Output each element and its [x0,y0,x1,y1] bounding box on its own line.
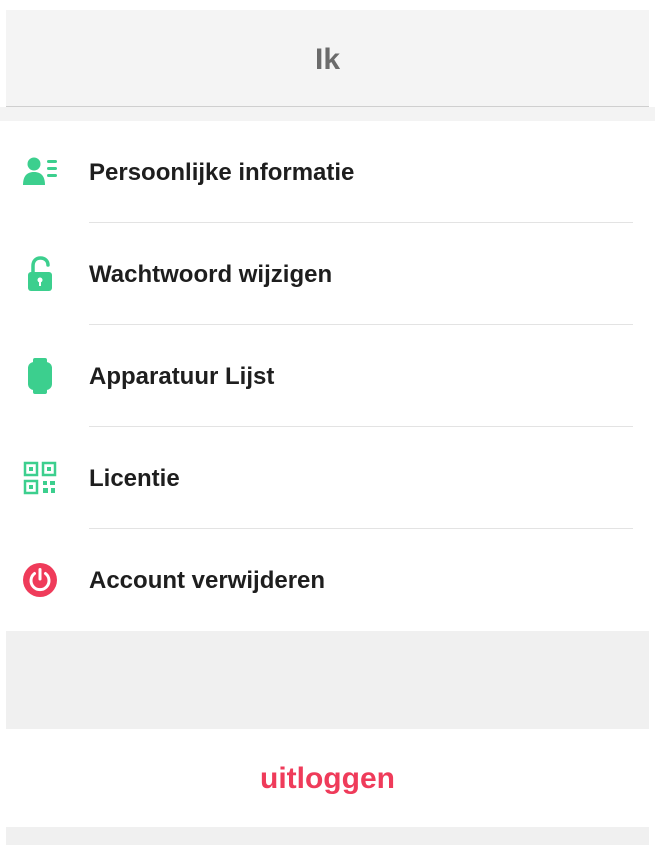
menu-item-label: Persoonlijke informatie [89,159,355,186]
contact-card-icon [23,157,57,185]
menu-item-device-list[interactable]: Apparatuur Lijst [0,325,655,427]
logout-label: uitloggen [260,762,395,795]
section-spacer [6,827,649,845]
menu-item-label: Apparatuur Lijst [89,363,275,390]
menu-item-delete-account[interactable]: Account verwijderen [0,529,655,631]
qr-code-icon [23,461,57,495]
menu-item-change-password[interactable]: Wachtwoord wijzigen [0,223,655,325]
navigation-bar: Ik [6,10,649,107]
page-title: Ik [314,43,341,76]
menu-item-label: Account verwijderen [89,567,326,594]
lock-icon [28,256,52,291]
smartwatch-icon [28,358,52,394]
section-spacer [0,107,655,121]
menu-item-label: Wachtwoord wijzigen [89,261,333,288]
profile-screen: Ik Persoonlijke informatie Wachtwoord wi… [0,0,655,845]
menu-item-label: Licentie [89,465,180,492]
menu-item-personal-information[interactable]: Persoonlijke informatie [0,121,655,223]
logout-button[interactable]: uitloggen [0,729,655,827]
section-spacer [6,631,649,729]
menu-item-license[interactable]: Licentie [0,427,655,529]
power-icon [23,563,57,597]
settings-menu: Persoonlijke informatie Wachtwoord wijzi… [0,121,655,631]
